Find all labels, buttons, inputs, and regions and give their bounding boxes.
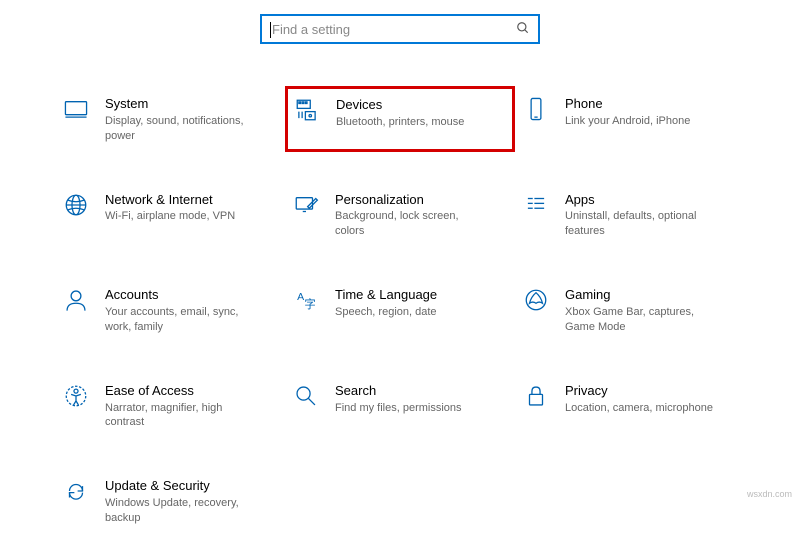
tile-desc: Your accounts, email, sync, work, family (105, 305, 260, 335)
tile-title: Privacy (565, 383, 713, 400)
tile-apps[interactable]: Apps Uninstall, defaults, optional featu… (515, 182, 745, 248)
devices-icon (292, 95, 322, 125)
tile-title: Gaming (565, 287, 720, 304)
tile-title: Phone (565, 96, 690, 113)
person-icon (61, 285, 91, 315)
tile-title: Personalization (335, 192, 490, 209)
tile-desc: Bluetooth, printers, mouse (336, 115, 464, 130)
tile-title: Ease of Access (105, 383, 260, 400)
tile-title: Network & Internet (105, 192, 235, 209)
tile-desc: Speech, region, date (335, 305, 437, 320)
tile-system[interactable]: System Display, sound, notifications, po… (55, 86, 285, 152)
text-cursor (270, 22, 271, 38)
globe-icon (61, 190, 91, 220)
watermark: wsxdn.com (747, 489, 792, 499)
tile-desc: Xbox Game Bar, captures, Game Mode (565, 305, 720, 335)
phone-icon (521, 94, 551, 124)
tile-update-security[interactable]: Update & Security Windows Update, recove… (55, 468, 285, 534)
tile-desc: Wi-Fi, airplane mode, VPN (105, 209, 235, 224)
brush-icon (291, 190, 321, 220)
settings-grid: System Display, sound, notifications, po… (0, 86, 800, 534)
tile-privacy[interactable]: Privacy Location, camera, microphone (515, 373, 745, 439)
tile-gaming[interactable]: Gaming Xbox Game Bar, captures, Game Mod… (515, 277, 745, 343)
search-icon (516, 21, 530, 38)
tile-title: Search (335, 383, 462, 400)
tile-desc: Display, sound, notifications, power (105, 114, 260, 144)
tile-accounts[interactable]: Accounts Your accounts, email, sync, wor… (55, 277, 285, 343)
tile-title: Apps (565, 192, 720, 209)
gaming-icon (521, 285, 551, 315)
tile-time-language[interactable]: A字 Time & Language Speech, region, date (285, 277, 515, 343)
tile-desc: Find my files, permissions (335, 401, 462, 416)
lock-icon (521, 381, 551, 411)
tile-desc: Narrator, magnifier, high contrast (105, 401, 260, 431)
tile-title: Accounts (105, 287, 260, 304)
tile-title: Devices (336, 97, 464, 114)
tile-desc: Location, camera, microphone (565, 401, 713, 416)
tile-search[interactable]: Search Find my files, permissions (285, 373, 515, 439)
system-icon (61, 94, 91, 124)
search-category-icon (291, 381, 321, 411)
update-icon (61, 476, 91, 506)
tile-ease-of-access[interactable]: Ease of Access Narrator, magnifier, high… (55, 373, 285, 439)
tile-title: Update & Security (105, 478, 260, 495)
ease-icon (61, 381, 91, 411)
tile-desc: Uninstall, defaults, optional features (565, 209, 720, 239)
language-icon: A字 (291, 285, 321, 315)
tile-desc: Background, lock screen, colors (335, 209, 490, 239)
tile-desc: Link your Android, iPhone (565, 114, 690, 129)
search-box[interactable] (260, 14, 540, 44)
search-input[interactable] (270, 21, 516, 38)
tile-phone[interactable]: Phone Link your Android, iPhone (515, 86, 745, 152)
tile-personalization[interactable]: Personalization Background, lock screen,… (285, 182, 515, 248)
tile-desc: Windows Update, recovery, backup (105, 496, 260, 526)
tile-title: System (105, 96, 260, 113)
tile-network[interactable]: Network & Internet Wi-Fi, airplane mode,… (55, 182, 285, 248)
tile-devices[interactable]: Devices Bluetooth, printers, mouse (285, 86, 515, 152)
svg-text:字: 字 (304, 297, 315, 311)
apps-icon (521, 190, 551, 220)
tile-title: Time & Language (335, 287, 437, 304)
